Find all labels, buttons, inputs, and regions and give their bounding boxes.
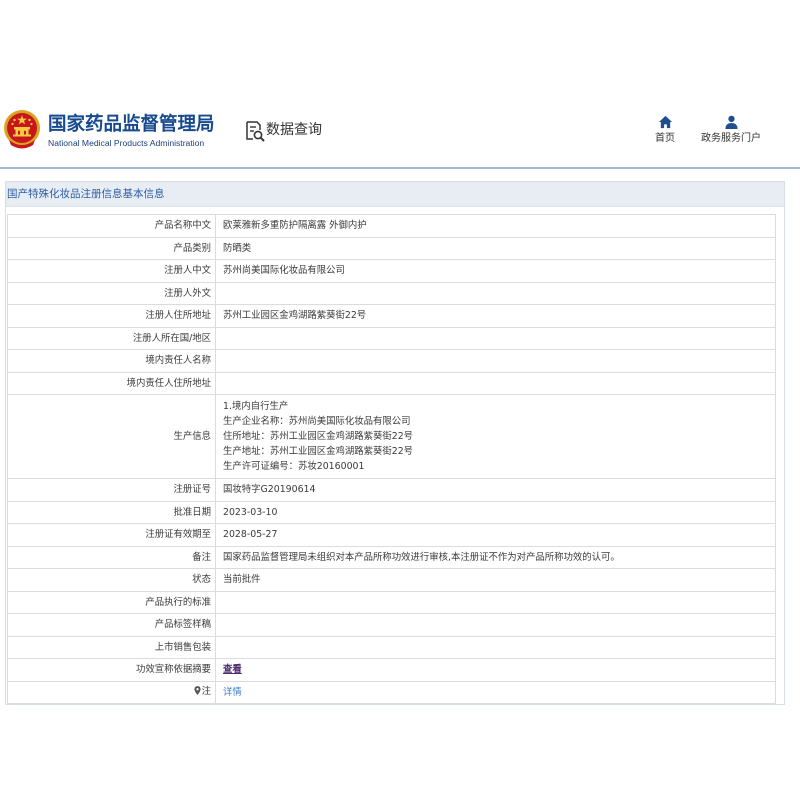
field-label: 产品执行的标准 [7,590,216,614]
row-product-category: 产品类别 防晒类 [7,236,776,260]
field-value [215,635,776,659]
field-label: 产品名称中文 [7,214,216,238]
field-value [215,326,776,350]
row-approval-date: 批准日期 2023-03-10 [7,500,776,524]
row-registrant-cn: 注册人中文 苏州尚美国际化妆品有限公司 [7,259,776,283]
field-value [215,349,776,373]
nav-service-portal[interactable]: 政务服务门户 [696,115,766,145]
field-label: 注册证有效期至 [7,523,216,547]
header-divider [0,167,800,169]
field-value: 国妆特字G20190614 [215,478,776,502]
field-value: 欧莱雅新多重防护隔离露 外御内护 [215,214,776,238]
field-label: 状态 [7,568,216,592]
nav-home-label: 首页 [655,133,675,144]
field-label: 批准日期 [7,500,216,524]
org-name-cn: 国家药品监督管理局 [48,114,215,135]
field-value: 查看 [215,658,776,682]
pin-icon [194,686,201,699]
note-label: 注 [201,686,211,698]
row-efficacy-summary: 功效宣称依据摘要 查看 [7,658,776,682]
data-query-icon [244,120,266,142]
org-name-en: National Medical Products Administration [48,138,205,148]
field-value: 1.境内自行生产 生产企业名称：苏州尚美国际化妆品有限公司 住所地址：苏州工业园… [215,394,776,479]
row-status: 状态 当前批件 [7,568,776,592]
row-valid-until: 注册证有效期至 2028-05-27 [7,523,776,547]
row-domestic-agent-name: 境内责任人名称 [7,349,776,373]
production-line: 生产地址：苏州工业园区金鸡湖路紫葵街22号 [223,446,414,457]
field-value [215,590,776,614]
field-label: 产品标签样稿 [7,613,216,637]
field-value [215,281,776,305]
field-value: 2028-05-27 [215,523,776,547]
field-label: 境内责任人住所地址 [7,371,216,395]
panel-title: 国产特殊化妆品注册信息基本信息 [7,188,165,200]
national-emblem-icon [3,109,41,149]
field-label: 注 [7,680,216,704]
field-label: 注册人住所地址 [7,304,216,328]
field-label: 产品类别 [7,236,216,260]
panel-header: 国产特殊化妆品注册信息基本信息 [6,182,784,207]
view-efficacy-link[interactable]: 查看 [223,664,242,675]
row-label-draft: 产品标签样稿 [7,613,776,637]
field-label: 备注 [7,545,216,569]
user-icon [724,115,738,129]
field-value: 苏州工业园区金鸡湖路紫葵街22号 [215,304,776,328]
row-registrant-en: 注册人外文 [7,281,776,305]
field-label: 注册证号 [7,478,216,502]
field-label: 注册人中文 [7,259,216,283]
production-line: 生产企业名称：苏州尚美国际化妆品有限公司 [223,416,411,427]
production-line: 生产许可证编号：苏妆20160001 [223,461,365,472]
row-note: 注 详情 [7,680,776,704]
field-value [215,371,776,395]
row-domestic-agent-address: 境内责任人住所地址 [7,371,776,395]
nav-home[interactable]: 首页 [630,115,700,145]
field-value: 当前批件 [215,568,776,592]
row-remark: 备注 国家药品监督管理局未组织对本产品所称功效进行审核,本注册证不作为对产品所称… [7,545,776,569]
nav-service-portal-label: 政务服务门户 [701,133,761,144]
field-label: 功效宣称依据摘要 [7,658,216,682]
field-value: 国家药品监督管理局未组织对本产品所称功效进行审核,本注册证不作为对产品所称功效的… [215,545,776,569]
row-production-info: 生产信息 1.境内自行生产 生产企业名称：苏州尚美国际化妆品有限公司 住所地址：… [7,394,776,479]
field-label: 上市销售包装 [7,635,216,659]
field-value: 2023-03-10 [215,500,776,524]
row-standard: 产品执行的标准 [7,590,776,614]
details-link[interactable]: 详情 [223,687,242,698]
data-query-label: 数据查询 [266,122,322,138]
row-registration-number: 注册证号 国妆特字G20190614 [7,478,776,502]
registration-info-table: 产品名称中文 欧莱雅新多重防护隔离露 外御内护 产品类别 防晒类 注册人中文 苏… [7,214,776,704]
field-value: 防晒类 [215,236,776,260]
row-product-name-cn: 产品名称中文 欧莱雅新多重防护隔离露 外御内护 [7,214,776,238]
field-value [215,613,776,637]
field-label: 境内责任人名称 [7,349,216,373]
field-label: 注册人外文 [7,281,216,305]
field-label: 生产信息 [7,394,216,479]
production-line: 住所地址：苏州工业园区金鸡湖路紫葵街22号 [223,431,414,442]
row-registrant-country: 注册人所在国/地区 [7,326,776,350]
row-sales-package: 上市销售包装 [7,635,776,659]
field-label: 注册人所在国/地区 [7,326,216,350]
home-icon [658,115,672,129]
row-registrant-address: 注册人住所地址 苏州工业园区金鸡湖路紫葵街22号 [7,304,776,328]
field-value: 苏州尚美国际化妆品有限公司 [215,259,776,283]
production-line: 1.境内自行生产 [223,401,289,412]
field-value: 详情 [215,680,776,704]
